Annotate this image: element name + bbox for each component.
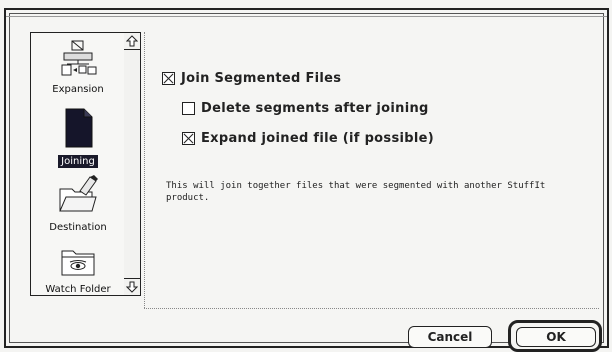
expand-joined-label: Expand joined file (if possible) xyxy=(201,131,434,146)
delete-segments-option[interactable]: Delete segments after joining xyxy=(182,101,429,116)
cancel-button[interactable]: Cancel xyxy=(408,326,492,348)
sidebar-item-label: Expansion xyxy=(52,84,104,95)
ok-button[interactable]: OK xyxy=(516,327,596,347)
sidebar-item-destination[interactable]: Destination xyxy=(31,173,125,234)
scroll-up-button[interactable] xyxy=(124,33,140,50)
watch-folder-icon xyxy=(61,250,95,276)
sidebar-scrollbar[interactable] xyxy=(124,32,141,296)
sidebar-item-joining[interactable]: Joining xyxy=(31,107,125,168)
vertical-divider xyxy=(144,32,146,308)
sidebar-item-label: Watch Folder xyxy=(45,284,111,295)
scroll-down-button[interactable] xyxy=(124,278,140,295)
destination-icon xyxy=(59,175,98,212)
document-icon xyxy=(65,108,93,148)
sidebar-item-expansion[interactable]: Expansion xyxy=(31,39,125,96)
arrow-up-icon xyxy=(126,35,138,47)
preferences-sidebar: Expansion Joining Destination Watch Fold… xyxy=(30,32,126,296)
preferences-dialog: Expansion Joining Destination Watch Fold… xyxy=(4,8,609,352)
delete-segments-label: Delete segments after joining xyxy=(201,101,429,116)
joining-description: This will join together files that were … xyxy=(166,181,546,203)
title-bar-line xyxy=(6,10,607,17)
arrow-down-icon xyxy=(126,281,138,293)
expand-joined-option[interactable]: Expand joined file (if possible) xyxy=(182,131,434,146)
delete-segments-checkbox[interactable] xyxy=(182,102,195,115)
sidebar-item-label: Destination xyxy=(49,222,107,233)
join-segmented-label: Join Segmented Files xyxy=(181,71,342,86)
join-segmented-checkbox[interactable] xyxy=(162,72,175,85)
join-segmented-option[interactable]: Join Segmented Files xyxy=(162,71,341,86)
sidebar-item-watch-folder[interactable]: Watch Folder xyxy=(31,245,125,296)
horizontal-divider xyxy=(144,308,599,310)
expansion-icon xyxy=(61,40,97,76)
expand-joined-checkbox[interactable] xyxy=(182,132,195,145)
ok-button-default-ring: OK xyxy=(508,320,602,352)
sidebar-item-label: Joining xyxy=(58,155,98,168)
